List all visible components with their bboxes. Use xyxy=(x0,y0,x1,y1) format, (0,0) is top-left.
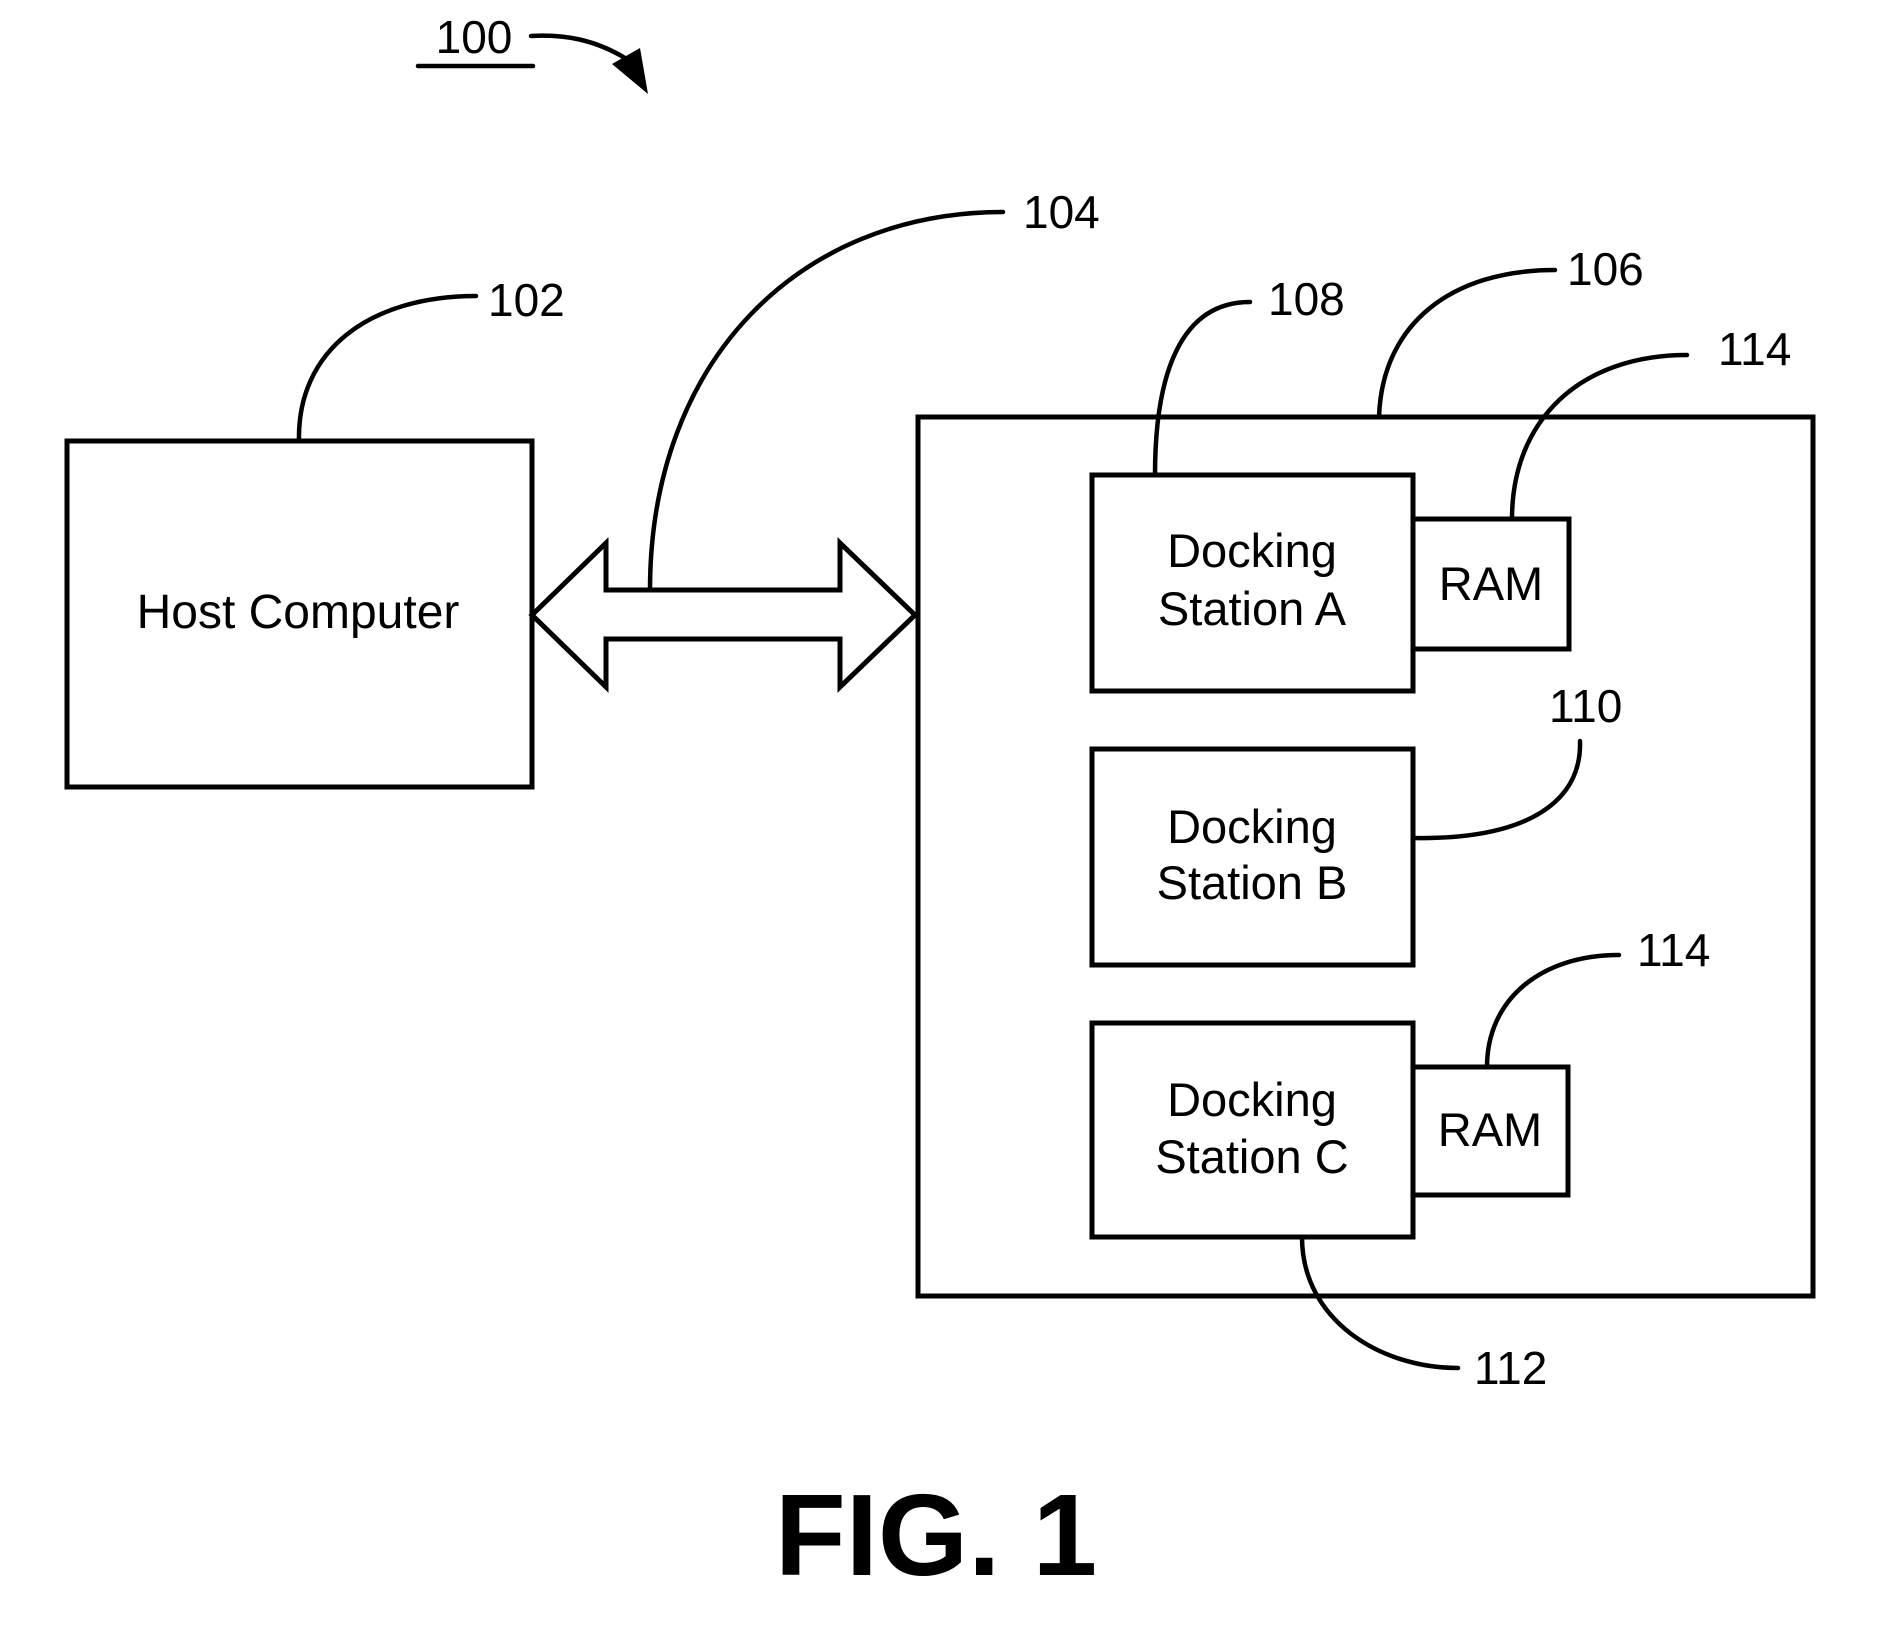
docking-station-a-ref-label: 108 xyxy=(1268,273,1345,325)
docking-station-b-ref-label: 110 xyxy=(1549,680,1622,732)
enclosure-ref-label: 106 xyxy=(1567,243,1644,295)
host-computer-label: Host Computer xyxy=(137,586,460,639)
link-ref-label: 104 xyxy=(1023,186,1100,238)
enclosure-leader-line xyxy=(1376,267,1558,420)
figure-ref-label: 100 xyxy=(436,11,513,63)
figure-reference-100: 100 xyxy=(415,11,648,94)
figure-ref-arrow-curve xyxy=(528,33,628,61)
host-ref-label: 102 xyxy=(488,274,565,326)
figure-caption: FIG. 1 xyxy=(775,1470,1097,1600)
docking-station-a-line2: Station A xyxy=(1158,582,1347,635)
ram-c-label: RAM xyxy=(1438,1103,1542,1156)
ram-c-ref-label: 114 xyxy=(1637,924,1710,976)
patent-figure: 100 Host Computer 102 104 106 Docking St… xyxy=(64,11,1816,1600)
ram-a-ref-label: 114 xyxy=(1718,323,1791,375)
docking-station-c-line2: Station C xyxy=(1155,1130,1348,1183)
docking-station-b-line1: Docking xyxy=(1167,800,1337,853)
docking-station-c-ref-label: 112 xyxy=(1474,1342,1547,1394)
host-leader-line xyxy=(296,293,479,444)
docking-station-a-line1: Docking xyxy=(1167,524,1337,577)
docking-station-c-line1: Docking xyxy=(1167,1073,1337,1126)
host-computer: Host Computer 102 xyxy=(64,274,565,790)
ram-a-label: RAM xyxy=(1439,557,1543,610)
double-arrow-icon xyxy=(528,537,919,693)
docking-station-b-line2: Station B xyxy=(1157,856,1348,909)
